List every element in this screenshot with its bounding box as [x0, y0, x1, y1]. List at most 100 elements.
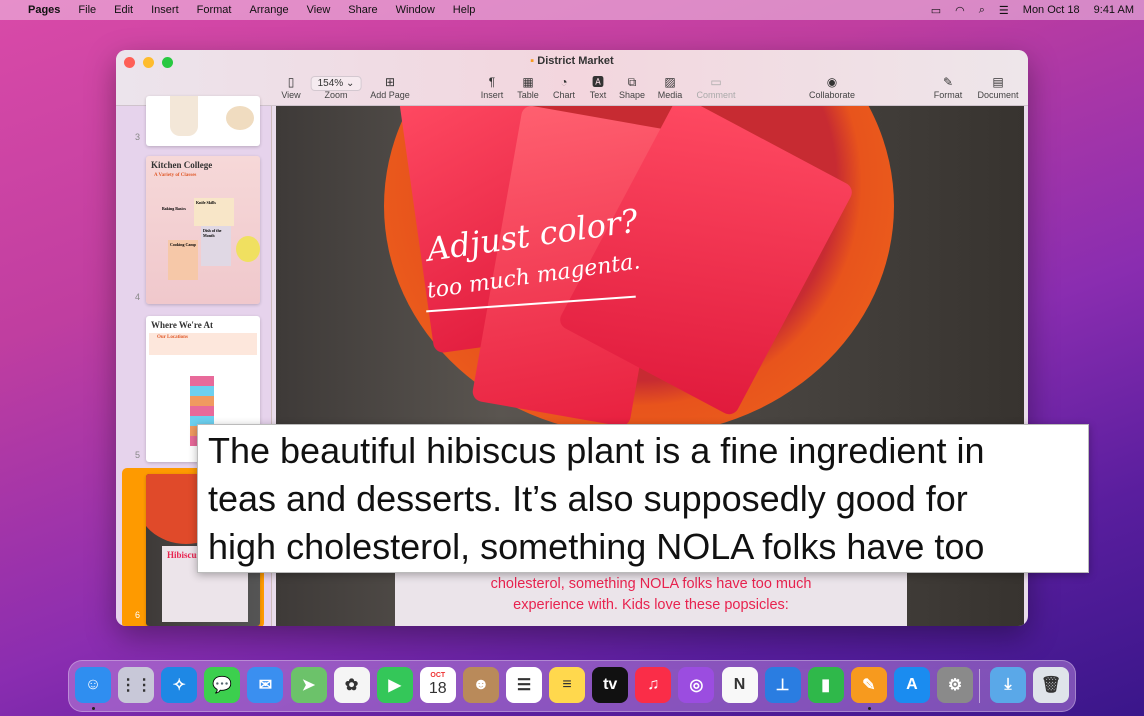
toolbar-label: Chart [552, 90, 576, 100]
dock-downloads[interactable]: ⤓ [990, 667, 1027, 703]
dock-podcasts[interactable]: ◎ [678, 667, 715, 703]
dock-contacts[interactable]: ☻ [462, 667, 499, 703]
dock-safari[interactable]: ✧ [161, 667, 198, 703]
hover-text-zoom: The beautiful hibiscus plant is a fine i… [197, 424, 1089, 573]
handwritten-annotation: Adjust color? too much magenta. [424, 202, 642, 313]
toolbar-label: View [281, 90, 301, 100]
dock-separator [979, 669, 980, 703]
calendar-month: OCT [430, 672, 446, 679]
page-thumbnail-3[interactable] [146, 96, 260, 146]
dock-pages[interactable]: ✎ [850, 667, 887, 703]
dock-mail[interactable]: ✉ [247, 667, 284, 703]
body-line[interactable]: experience with. Kids love these popsicl… [395, 595, 907, 616]
dock-calendar[interactable]: OCT 18 [419, 667, 456, 703]
safari-icon: ✧ [172, 677, 186, 694]
page-number: 5 [135, 450, 141, 460]
toolbar-label: Add Page [370, 90, 410, 100]
add-page-button[interactable]: ⊞ Add Page [370, 74, 410, 100]
text-icon: 🅰 [591, 75, 605, 89]
launchpad-icon: ⋮⋮ [120, 677, 153, 694]
chart-button[interactable]: ◔ Chart [553, 74, 575, 100]
view-button[interactable]: ▯ View [281, 74, 300, 100]
music-icon: ♫ [647, 676, 660, 693]
dock-finder[interactable]: ☺ [75, 667, 111, 703]
messages-icon: 💬 [212, 677, 233, 694]
menu-edit[interactable]: Edit [114, 4, 133, 16]
dock-music[interactable]: ♫ [635, 667, 672, 703]
format-button[interactable]: ✎ Format [934, 74, 963, 100]
page-number: 4 [135, 292, 141, 302]
table-icon: ▦ [522, 75, 534, 89]
menu-insert[interactable]: Insert [151, 4, 179, 16]
wifi-icon[interactable]: ◠ [955, 4, 965, 17]
pages-document-icon: ▪ [530, 55, 535, 67]
dock-reminders[interactable]: ☰ [506, 667, 542, 703]
dock-news[interactable]: N [721, 667, 758, 703]
zoom-select[interactable]: 154% ⌄ [310, 76, 362, 91]
maps-icon: ➤ [301, 677, 316, 694]
toolbar-label: Format [933, 90, 963, 100]
calendar-day: 18 [428, 680, 447, 697]
dock-messages[interactable]: 💬 [204, 667, 241, 703]
downloads-icon: ⤓ [1004, 676, 1012, 693]
collaborate-button[interactable]: ◉ Collaborate [809, 74, 855, 100]
media-button[interactable]: ▨ Media [658, 74, 683, 100]
page-number: 3 [135, 132, 141, 142]
photos-icon: ✿ [344, 677, 359, 694]
dock-maps[interactable]: ➤ [290, 667, 327, 703]
thumbnail-subtitle: A Variety of Classes [154, 173, 197, 178]
battery-icon[interactable]: ▭ [931, 4, 941, 17]
dock-app-store[interactable]: A [893, 667, 930, 703]
dock-launchpad[interactable]: ⋮⋮ [118, 667, 155, 703]
zoom-button[interactable]: 154% ⌄ Zoom [310, 74, 362, 100]
dock-facetime[interactable]: ▶ [376, 667, 413, 703]
toolbar-label: Media [657, 90, 683, 100]
keynote-icon: ⊥ [775, 677, 790, 694]
zoom-value: 154% [317, 78, 344, 89]
numbers-icon: ▮ [821, 677, 831, 694]
trash-icon: 🗑 [1041, 677, 1062, 694]
menu-share[interactable]: Share [348, 4, 377, 16]
shape-icon: ⧉ [627, 75, 637, 89]
shape-button[interactable]: ⧉ Shape [619, 74, 645, 100]
page-thumbnail-4[interactable]: Kitchen College A Variety of Classes Bak… [146, 156, 260, 304]
menubar-time[interactable]: 9:41 AM [1094, 4, 1134, 16]
dock-tv[interactable]: tv [592, 667, 629, 703]
window-title-text: District Market [537, 55, 614, 67]
dock-numbers[interactable]: ▮ [807, 667, 844, 703]
menu-arrange[interactable]: Arrange [249, 4, 288, 16]
insert-button[interactable]: ¶ Insert [481, 74, 504, 100]
thumbnail-box: Cooking Camp [168, 240, 198, 280]
notes-icon: ≡ [562, 676, 572, 693]
table-button[interactable]: ▦ Table [517, 74, 539, 100]
app-store-icon: A [906, 676, 918, 693]
body-line[interactable]: cholesterol, something NOLA folks have t… [395, 574, 907, 595]
collaborate-icon: ◉ [826, 75, 838, 89]
spotlight-icon[interactable]: ⌕ [979, 4, 985, 17]
hover-text-line: The beautiful hibiscus plant is a fine i… [208, 430, 985, 471]
dock-photos[interactable]: ✿ [333, 667, 370, 703]
dock-notes[interactable]: ≡ [549, 667, 586, 703]
toolbar-label: Text [589, 90, 607, 100]
control-center-icon[interactable]: ☰ [999, 4, 1009, 17]
menu-pages[interactable]: Pages [28, 4, 60, 16]
running-indicator [867, 707, 871, 710]
menu-format[interactable]: Format [197, 4, 232, 16]
mail-icon: ✉ [258, 677, 273, 694]
format-brush-icon: ✎ [942, 75, 954, 89]
dock-trash[interactable]: 🗑 [1033, 667, 1070, 703]
menu-help[interactable]: Help [453, 4, 476, 16]
document-button[interactable]: ▤ Document [977, 74, 1018, 100]
dock-keynote[interactable]: ⊥ [764, 667, 801, 703]
reminders-icon: ☰ [516, 677, 532, 694]
dock-system-preferences[interactable]: ⚙ [937, 667, 973, 703]
toolbar-label: Zoom [324, 90, 348, 100]
text-button[interactable]: 🅰 Text [590, 74, 607, 100]
toolbar-label: Comment [696, 90, 736, 100]
page-number: 6 [135, 610, 141, 620]
menubar-date[interactable]: Mon Oct 18 [1023, 4, 1080, 16]
menu-file[interactable]: File [78, 4, 96, 16]
menu-window[interactable]: Window [396, 4, 435, 16]
menu-bar: Pages File Edit Insert Format Arrange View Shar… [0, 0, 1144, 20]
menu-view[interactable]: View [307, 4, 331, 16]
